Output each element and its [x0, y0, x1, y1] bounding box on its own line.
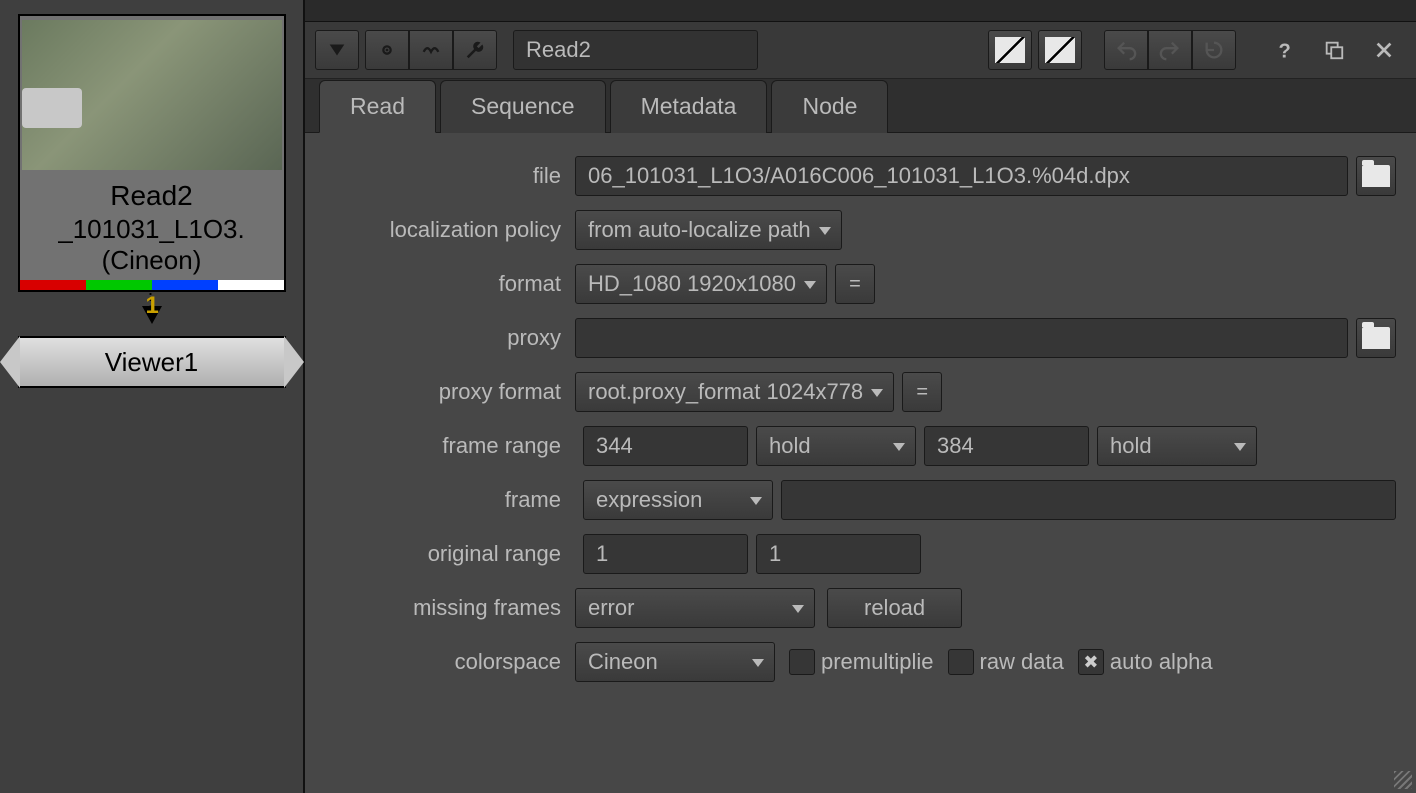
help-icon[interactable]: ?	[1262, 30, 1306, 70]
missing-frames-dropdown[interactable]: error	[575, 588, 815, 628]
folder-icon	[1362, 165, 1390, 187]
label-format: format	[325, 271, 575, 297]
channel-strip	[20, 280, 284, 290]
node-filename: _101031_L1O3.	[58, 214, 245, 245]
proxy-format-equals-button[interactable]: =	[902, 372, 942, 412]
reload-button[interactable]: reload	[827, 588, 962, 628]
redo-button[interactable]	[1148, 30, 1192, 70]
resize-grip[interactable]	[1394, 771, 1412, 789]
tab-sequence[interactable]: Sequence	[440, 80, 606, 133]
collapse-button[interactable]	[315, 30, 359, 70]
label-frame: frame	[325, 487, 575, 513]
label-proxy: proxy	[325, 325, 575, 351]
before-dropdown[interactable]: hold	[756, 426, 916, 466]
mask-input-a-button[interactable]	[988, 30, 1032, 70]
node-title: Read2	[110, 180, 193, 212]
properties-toolbar: Read2 ?	[305, 22, 1416, 79]
tab-metadata[interactable]: Metadata	[610, 80, 768, 133]
label-localization-policy: localization policy	[325, 217, 575, 243]
svg-text:?: ?	[1279, 40, 1291, 61]
tab-node[interactable]: Node	[771, 80, 888, 133]
tabs: Read Sequence Metadata Node	[305, 79, 1416, 133]
original-first-input[interactable]: 1	[583, 534, 748, 574]
colorspace-dropdown[interactable]: Cineon	[575, 642, 775, 682]
node-connection: ⋮ 1	[142, 296, 162, 324]
undo-button[interactable]	[1104, 30, 1148, 70]
label-colorspace: colorspace	[325, 649, 575, 675]
label-missing-frames: missing frames	[325, 595, 575, 621]
label-file: file	[325, 163, 575, 189]
label-auto-alpha: auto alpha	[1110, 649, 1213, 675]
last-frame-input[interactable]: 384	[924, 426, 1089, 466]
form-body: file 06_101031_L1O3/A016C006_101031_L1O3…	[305, 133, 1416, 793]
node-colorspace: (Cineon)	[102, 245, 202, 276]
node-name-input[interactable]: Read2	[513, 30, 758, 70]
float-panel-icon[interactable]	[1312, 30, 1356, 70]
label-raw-data: raw data	[980, 649, 1064, 675]
node-thumbnail	[22, 20, 282, 170]
proxy-browse-button[interactable]	[1356, 318, 1396, 358]
node-read[interactable]: Read2 _101031_L1O3. (Cineon)	[18, 14, 286, 292]
format-dropdown[interactable]: HD_1080 1920x1080	[575, 264, 827, 304]
after-dropdown[interactable]: hold	[1097, 426, 1257, 466]
panel-titlebar[interactable]	[305, 0, 1416, 22]
frame-expression-input[interactable]	[781, 480, 1396, 520]
proxy-input[interactable]	[575, 318, 1348, 358]
raw-data-checkbox[interactable]	[948, 649, 974, 675]
label-original-range: original range	[325, 541, 575, 567]
auto-alpha-checkbox[interactable]: ✖	[1078, 649, 1104, 675]
localization-policy-dropdown[interactable]: from auto-localize path	[575, 210, 842, 250]
node-viewer[interactable]: Viewer1	[18, 336, 286, 388]
original-last-input[interactable]: 1	[756, 534, 921, 574]
close-panel-icon[interactable]	[1362, 30, 1406, 70]
file-input[interactable]: 06_101031_L1O3/A016C006_101031_L1O3.%04d…	[575, 156, 1348, 196]
mask-input-b-button[interactable]	[1038, 30, 1082, 70]
label-proxy-format: proxy format	[325, 379, 575, 405]
file-browse-button[interactable]	[1356, 156, 1396, 196]
label-premultiplied: premultiplie	[821, 649, 934, 675]
proxy-format-dropdown[interactable]: root.proxy_format 1024x778	[575, 372, 894, 412]
wrench-icon[interactable]	[453, 30, 497, 70]
properties-panel: Read2 ? Read Sequence Metadata Node file…	[303, 0, 1416, 793]
node-viewer-label: Viewer1	[105, 347, 198, 378]
premultiplied-checkbox[interactable]	[789, 649, 815, 675]
frame-mode-dropdown[interactable]: expression	[583, 480, 773, 520]
center-node-button[interactable]	[365, 30, 409, 70]
show-in-viewer-button[interactable]	[409, 30, 453, 70]
revert-button[interactable]	[1192, 30, 1236, 70]
folder-icon	[1362, 327, 1390, 349]
format-equals-button[interactable]: =	[835, 264, 875, 304]
tab-read[interactable]: Read	[319, 80, 436, 133]
label-frame-range: frame range	[325, 433, 575, 459]
first-frame-input[interactable]: 344	[583, 426, 748, 466]
node-graph-panel[interactable]: Read2 _101031_L1O3. (Cineon) ⋮ 1 Viewer1	[0, 0, 303, 793]
